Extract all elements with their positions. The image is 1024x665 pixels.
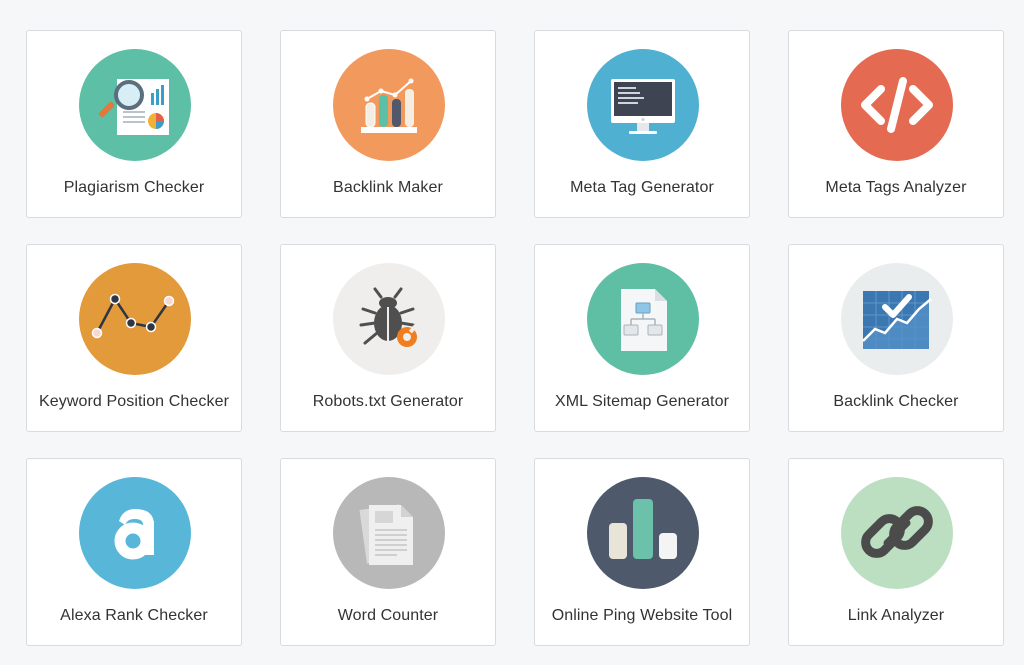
- line-graph-icon: [79, 263, 191, 375]
- tools-grid: Plagiarism Checker Backlink Maker Meta T…: [26, 30, 1004, 646]
- tool-label: Online Ping Website Tool: [551, 607, 733, 624]
- monitor-code-icon: [587, 49, 699, 161]
- tool-card-backlink-maker[interactable]: Backlink Maker: [280, 30, 496, 218]
- tool-card-word-counter[interactable]: Word Counter: [280, 458, 496, 646]
- magnifier-report-icon: [79, 49, 191, 161]
- tool-card-plagiarism-checker[interactable]: Plagiarism Checker: [26, 30, 242, 218]
- tool-card-meta-tag-generator[interactable]: Meta Tag Generator: [534, 30, 750, 218]
- alexa-a-icon: [79, 477, 191, 589]
- tool-label: Word Counter: [337, 607, 439, 624]
- tool-label: Plagiarism Checker: [63, 179, 205, 196]
- chain-link-icon: [841, 477, 953, 589]
- tool-label: Keyword Position Checker: [38, 393, 230, 410]
- tool-label: Backlink Maker: [333, 179, 443, 196]
- document-icon: [333, 477, 445, 589]
- chart-checkmark-icon: [841, 263, 953, 375]
- tool-label: Meta Tags Analyzer: [825, 179, 967, 196]
- tool-card-backlink-checker[interactable]: Backlink Checker: [788, 244, 1004, 432]
- tool-card-link-analyzer[interactable]: Link Analyzer: [788, 458, 1004, 646]
- sitemap-document-icon: [587, 263, 699, 375]
- tool-card-alexa-rank-checker[interactable]: Alexa Rank Checker: [26, 458, 242, 646]
- tool-label: Robots.txt Generator: [312, 393, 464, 410]
- code-brackets-icon: [841, 49, 953, 161]
- tool-card-meta-tags-analyzer[interactable]: Meta Tags Analyzer: [788, 30, 1004, 218]
- tool-card-keyword-position-checker[interactable]: Keyword Position Checker: [26, 244, 242, 432]
- tool-label: Alexa Rank Checker: [60, 607, 208, 624]
- bug-icon: [333, 263, 445, 375]
- tool-label: XML Sitemap Generator: [554, 393, 730, 410]
- tool-label: Meta Tag Generator: [570, 179, 714, 196]
- tool-card-robots-txt-generator[interactable]: Robots.txt Generator: [280, 244, 496, 432]
- tool-label: Link Analyzer: [847, 607, 945, 624]
- bar-chart-icon: [333, 49, 445, 161]
- tool-label: Backlink Checker: [833, 393, 959, 410]
- ping-bars-icon: [587, 477, 699, 589]
- tool-card-online-ping-website-tool[interactable]: Online Ping Website Tool: [534, 458, 750, 646]
- tool-card-xml-sitemap-generator[interactable]: XML Sitemap Generator: [534, 244, 750, 432]
